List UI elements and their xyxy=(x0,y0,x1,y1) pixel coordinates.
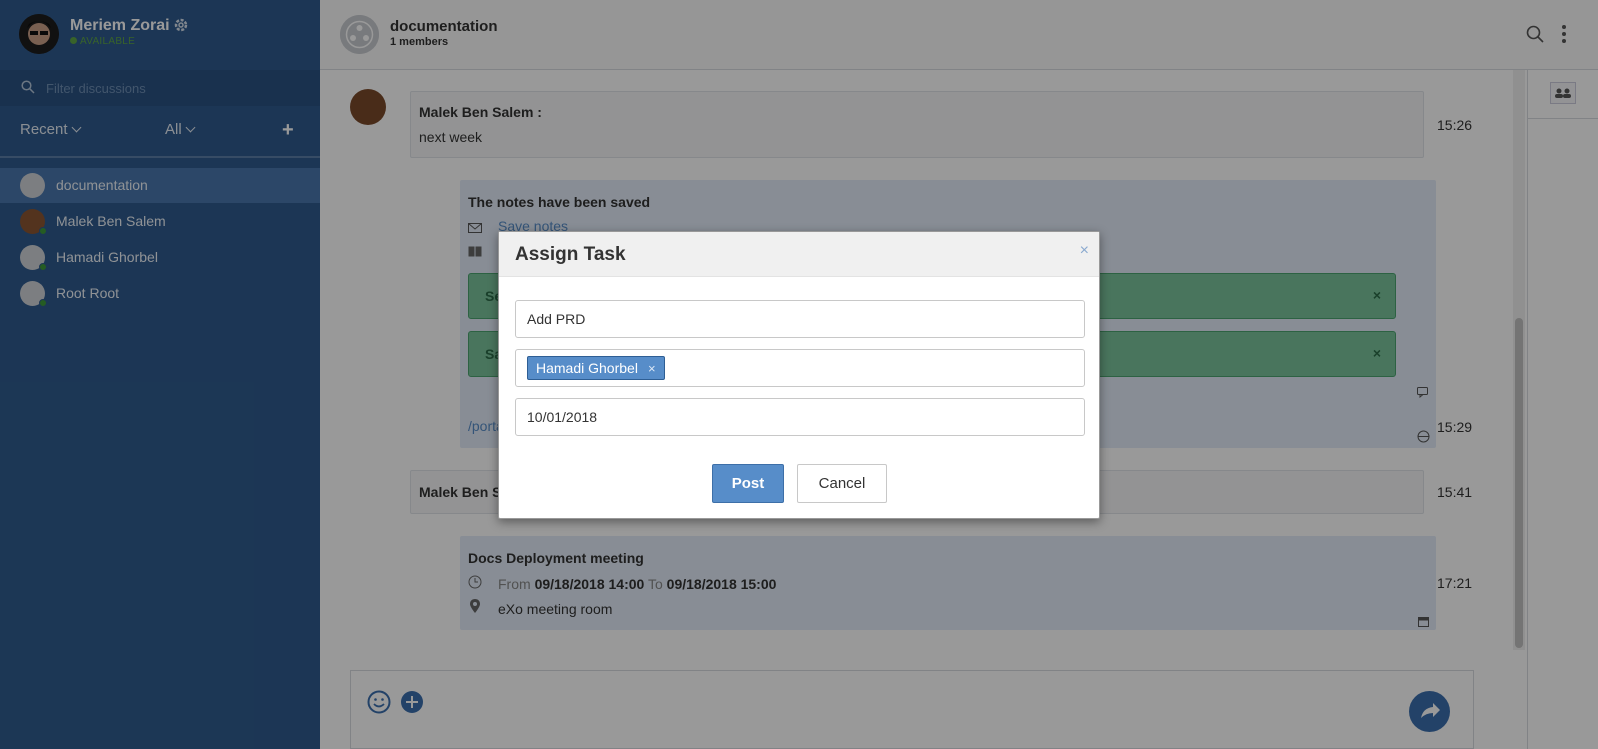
assignee-tag-label: Hamadi Ghorbel xyxy=(536,360,638,376)
assignee-tag: Hamadi Ghorbel × xyxy=(527,356,665,380)
assignee-input[interactable]: Hamadi Ghorbel × xyxy=(515,349,1085,387)
remove-tag-icon[interactable]: × xyxy=(648,358,656,380)
task-title-input[interactable] xyxy=(515,300,1085,338)
close-icon[interactable]: × xyxy=(1080,242,1089,260)
due-date-input[interactable] xyxy=(515,398,1085,436)
dialog-title: Assign Task xyxy=(515,244,626,265)
cancel-button[interactable]: Cancel xyxy=(797,464,887,503)
dialog-header: Assign Task × xyxy=(499,232,1099,277)
post-button[interactable]: Post xyxy=(712,464,784,503)
assign-task-dialog: Assign Task × Hamadi Ghorbel × Post Cance… xyxy=(498,231,1100,519)
